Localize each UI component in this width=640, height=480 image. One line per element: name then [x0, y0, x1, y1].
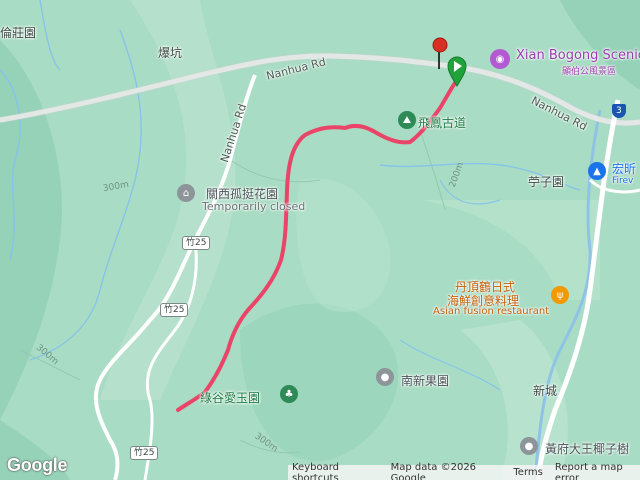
terrain-base [0, 0, 640, 480]
place-label: 新城 [533, 384, 558, 398]
route-shield: 3 [612, 104, 626, 118]
report-error-link[interactable]: Report a map error [555, 462, 640, 480]
map-data-text: Map data ©2026 Google [390, 461, 477, 480]
terms-link[interactable]: Terms [513, 467, 542, 478]
map-canvas[interactable]: 倫莊園 爆坑 Nanhua Rd Nanhua Rd Nanhua Rd ⌂ 關… [0, 0, 640, 480]
place-label: 苧子園 [528, 175, 565, 189]
road-shield: 竹25 [130, 446, 159, 460]
start-marker-icon[interactable] [446, 56, 468, 88]
place-pin-icon[interactable]: ● [520, 437, 538, 455]
poi-label[interactable]: Xian Bogong Scenic [516, 48, 640, 63]
contour-line [419, 129, 446, 211]
contour-line [229, 159, 321, 183]
google-logo: Google [7, 455, 68, 475]
orchard-pin-icon[interactable]: ● [376, 368, 394, 386]
poi-label[interactable]: 南新果園 [401, 372, 449, 389]
place-label: 爆坑 [158, 46, 183, 60]
terrain-shade [296, 178, 391, 312]
stream [39, 0, 61, 71]
poi-status: Temporarily closed [202, 200, 306, 213]
poi-sublabel: Asian fusion restaurant [433, 306, 550, 317]
fire-station-pin-icon[interactable]: ▲ [588, 162, 606, 180]
road-shield: 竹25 [182, 236, 211, 250]
poi-label[interactable]: 黃府大王椰子樹 [545, 440, 629, 457]
trail-pin-icon[interactable]: ⛰ [398, 111, 416, 129]
place-label: 倫莊園 [0, 26, 37, 40]
restaurant-pin-icon[interactable]: ψ [551, 286, 569, 304]
park-pin-icon[interactable]: ♣ [280, 385, 298, 403]
road-shield: 竹25 [160, 303, 189, 317]
poi-label[interactable]: 綠谷愛玉園 [200, 389, 260, 406]
attribution-bar: Keyboard shortcuts Map data ©2026 Google… [288, 461, 640, 480]
camera-pin-icon[interactable]: ◉ [490, 49, 510, 69]
poi-sublabel: 顯伯公風景區 [562, 67, 617, 77]
poi-sublabel: Firev [612, 176, 634, 186]
poi-label[interactable]: 飛鳳古道 [418, 114, 466, 131]
keyboard-shortcuts-link[interactable]: Keyboard shortcuts [292, 462, 379, 480]
garden-pin-icon[interactable]: ⌂ [177, 184, 195, 202]
poi-label[interactable]: 宏昕 [612, 160, 636, 177]
